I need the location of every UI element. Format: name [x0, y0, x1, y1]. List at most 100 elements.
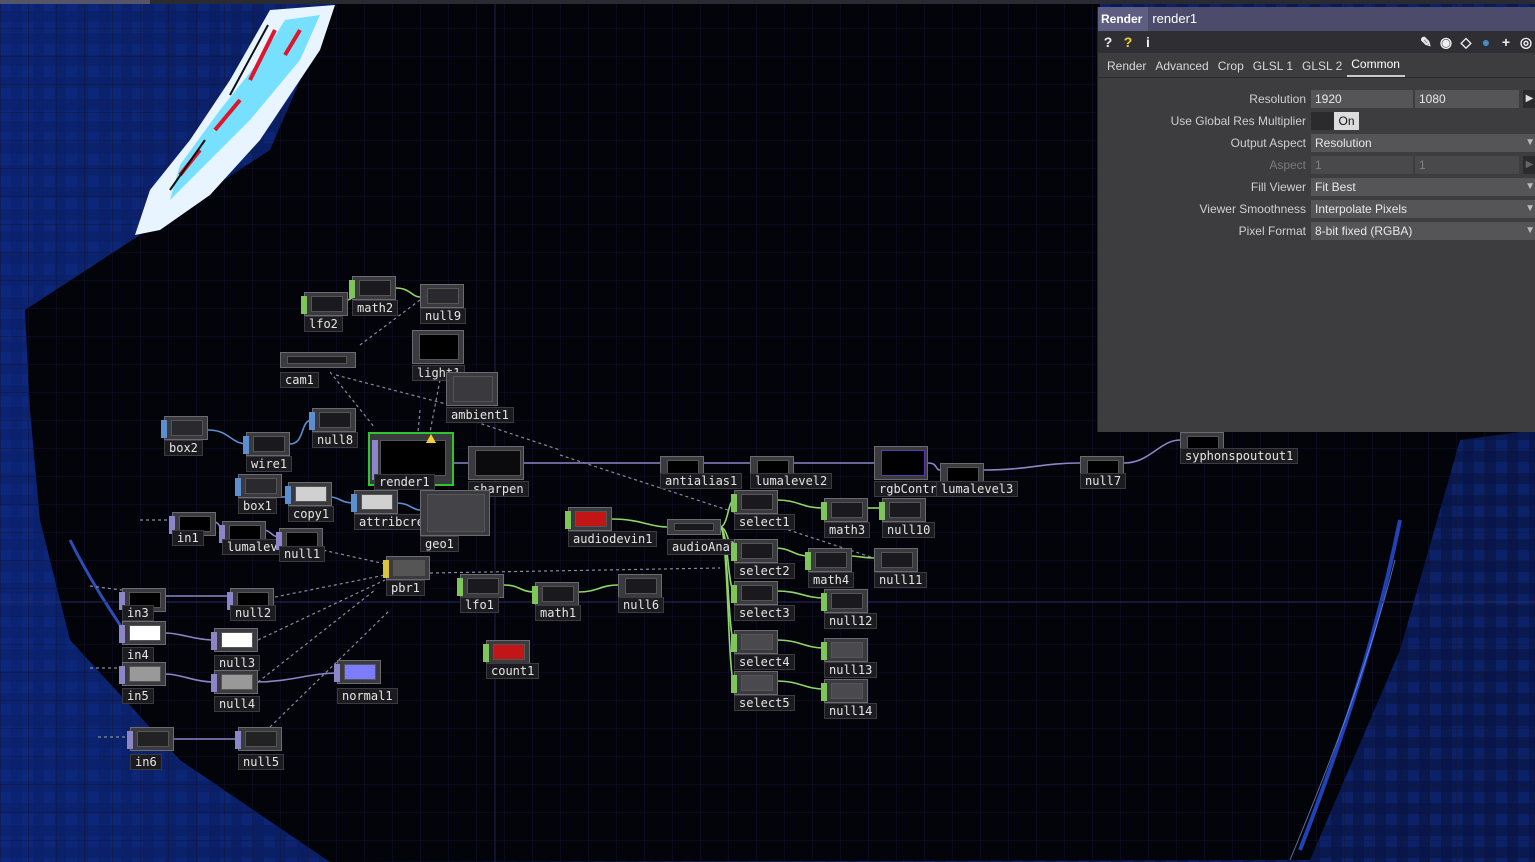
op-lfo1[interactable]: [457, 574, 504, 598]
op-label: lfo1: [460, 597, 499, 613]
param-label: Fill Viewer: [1250, 180, 1306, 194]
op-null10[interactable]: [879, 498, 926, 522]
op-null11[interactable]: [874, 548, 918, 572]
op-math1[interactable]: [532, 582, 579, 606]
op-cam1[interactable]: [280, 352, 356, 368]
fill-viewer-dropdown[interactable]: Fit Best ▼: [1311, 178, 1535, 196]
op-pbr1[interactable]: [383, 556, 430, 580]
tab-render[interactable]: Render: [1103, 59, 1151, 77]
param-label: Resolution: [1249, 92, 1306, 106]
param-label: Viewer Smoothness: [1199, 202, 1307, 216]
op-count1[interactable]: [483, 640, 530, 664]
output-aspect-dropdown[interactable]: Resolution ▼: [1311, 134, 1535, 152]
op-null13[interactable]: [821, 638, 868, 662]
op-label: null4: [214, 696, 261, 712]
op-math3[interactable]: [821, 498, 868, 522]
panel-tabs: Render Advanced Crop GLSL 1 GLSL 2 Commo…: [1098, 53, 1535, 78]
op-copy1[interactable]: [285, 482, 332, 506]
op-normal1[interactable]: [334, 660, 381, 684]
param-global-res: Use Global Res Multiplier On: [1098, 111, 1535, 131]
chevron-down-icon: ▼: [1525, 181, 1535, 192]
op-null12[interactable]: [821, 589, 868, 613]
global-res-toggle[interactable]: On: [1311, 112, 1359, 130]
op-in6[interactable]: [127, 727, 174, 751]
panel-header: Render render1: [1098, 7, 1535, 31]
param-aspect: Aspect 1 1 ▶: [1098, 155, 1535, 175]
expand-arrow-icon[interactable]: ▶: [1523, 90, 1535, 108]
op-select2[interactable]: [731, 539, 778, 563]
op-null9[interactable]: [420, 284, 464, 308]
op-null5[interactable]: [235, 727, 282, 751]
op-label: null14: [824, 703, 878, 719]
op-geo1[interactable]: [420, 490, 490, 536]
tab-common[interactable]: Common: [1347, 57, 1405, 77]
op-light1[interactable]: [412, 330, 464, 364]
op-label: math2: [352, 300, 399, 316]
resolution-width-field[interactable]: 1920: [1311, 90, 1413, 108]
operator-name-field[interactable]: render1: [1148, 7, 1535, 31]
op-label: lumalevel3: [936, 481, 1019, 497]
param-pixel-format: Pixel Format 8-bit fixed (RGBA) ▼: [1098, 221, 1535, 241]
tab-advanced[interactable]: Advanced: [1151, 59, 1213, 77]
pixel-format-dropdown[interactable]: 8-bit fixed (RGBA) ▼: [1311, 222, 1535, 240]
op-in4[interactable]: [119, 621, 166, 645]
op-audiodevin1[interactable]: [565, 507, 612, 531]
warning-icon: [426, 434, 436, 443]
param-label: Output Aspect: [1230, 136, 1306, 150]
info-icon[interactable]: i: [1138, 34, 1158, 50]
python-help-icon[interactable]: ?: [1118, 34, 1138, 50]
op-attribcreate1[interactable]: [351, 490, 398, 514]
op-wire1[interactable]: [243, 432, 290, 456]
plus-icon[interactable]: +: [1496, 34, 1516, 50]
op-label: in4: [122, 647, 154, 663]
op-select5[interactable]: [731, 671, 778, 695]
op-label: null12: [824, 613, 878, 629]
op-label: pbr1: [386, 580, 425, 596]
op-label: lumalevel2: [750, 473, 833, 489]
python-icon[interactable]: ●: [1476, 34, 1496, 50]
panel-toolbar: ? ? i ✎ ◉ ◇ ● + ◎: [1098, 31, 1535, 53]
op-null3[interactable]: [211, 628, 258, 652]
op-box1[interactable]: [235, 474, 282, 498]
op-rgbContrast[interactable]: [874, 446, 928, 480]
op-label: ambient1: [446, 407, 514, 423]
op-math4[interactable]: [805, 548, 852, 572]
op-audioAnalysis[interactable]: [667, 519, 721, 535]
chevron-down-icon: ▼: [1525, 225, 1535, 236]
comment-icon[interactable]: ◉: [1436, 34, 1456, 51]
op-label: math1: [535, 605, 582, 621]
viewer-smoothness-dropdown[interactable]: Interpolate Pixels ▼: [1311, 200, 1535, 218]
help-icon[interactable]: ?: [1098, 34, 1118, 50]
param-fill-viewer: Fill Viewer Fit Best ▼: [1098, 177, 1535, 197]
op-ambient1[interactable]: [446, 372, 498, 406]
bookmark-icon[interactable]: ◇: [1456, 34, 1476, 51]
op-math2[interactable]: [349, 276, 396, 300]
op-null14[interactable]: [821, 679, 868, 703]
resolution-height-field[interactable]: 1080: [1415, 90, 1519, 108]
op-box2[interactable]: [161, 416, 208, 440]
toggle-value: On: [1334, 112, 1359, 130]
op-label: select1: [734, 514, 795, 530]
op-null6[interactable]: [618, 574, 662, 598]
target-icon[interactable]: ◎: [1516, 34, 1535, 51]
op-label: in1: [172, 530, 204, 546]
tab-crop[interactable]: Crop: [1214, 59, 1249, 77]
param-label: Use Global Res Multiplier: [1170, 114, 1306, 128]
tab-glsl2[interactable]: GLSL 2: [1298, 59, 1347, 77]
op-null8[interactable]: [309, 408, 356, 432]
op-label: cam1: [280, 372, 319, 388]
op-lfo2[interactable]: [301, 292, 348, 316]
param-resolution: Resolution 1920 1080 ▶: [1098, 89, 1535, 109]
op-in5[interactable]: [119, 662, 166, 686]
op-label: copy1: [288, 506, 335, 522]
op-label: null3: [214, 655, 261, 671]
op-null4[interactable]: [211, 670, 258, 694]
op-select4[interactable]: [731, 630, 778, 654]
op-select3[interactable]: [731, 581, 778, 605]
op-label: geo1: [420, 536, 459, 552]
tab-glsl1[interactable]: GLSL 1: [1249, 59, 1298, 77]
op-sharpen[interactable]: [468, 446, 524, 480]
pencil-icon[interactable]: ✎: [1416, 34, 1436, 51]
op-label: syphonspoutout1: [1180, 448, 1299, 464]
op-select1[interactable]: [731, 490, 778, 514]
